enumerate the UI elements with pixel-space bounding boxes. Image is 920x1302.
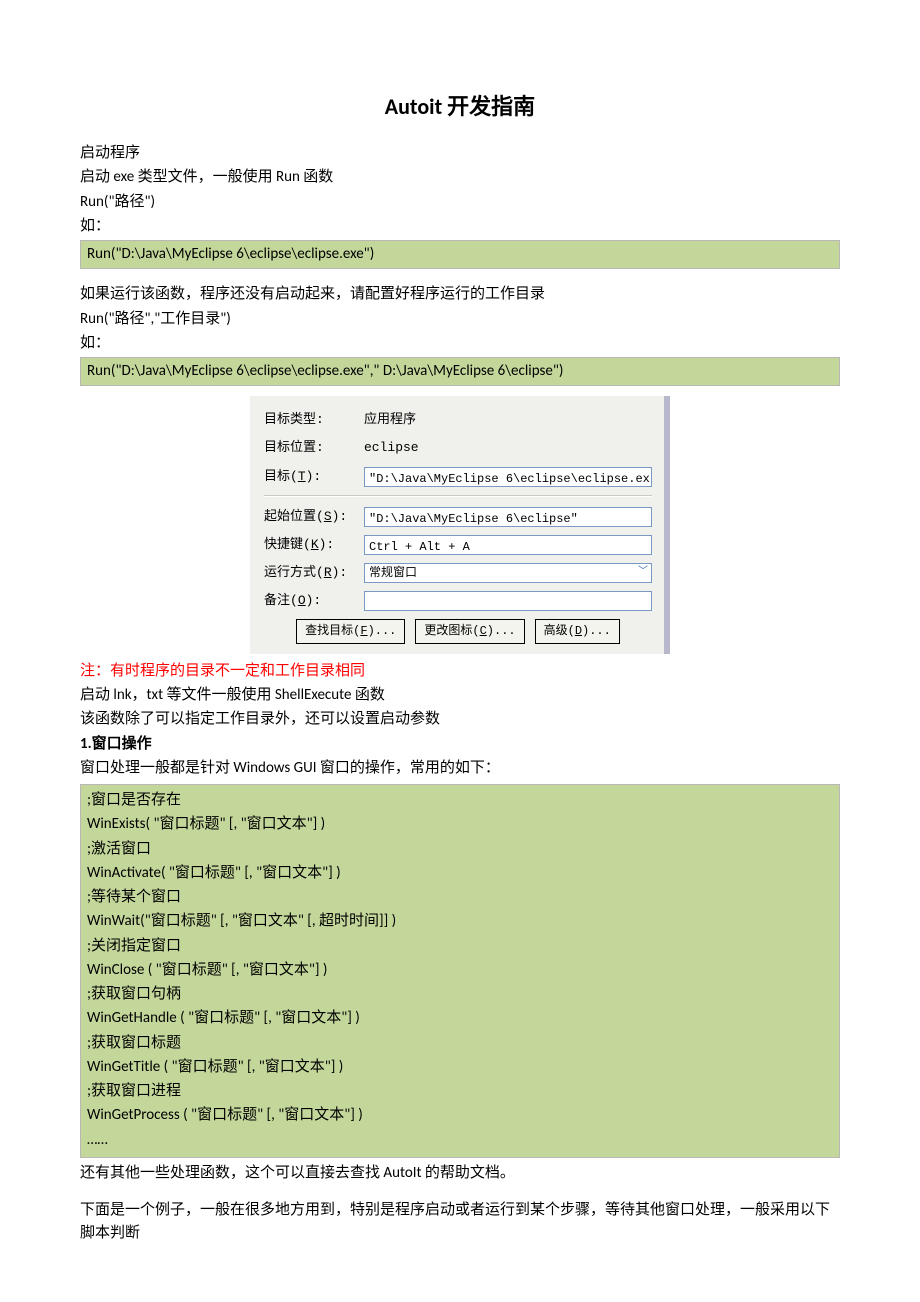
- label-comment: 备注(O):: [264, 591, 364, 611]
- code-line: WinGetHandle ( "窗口标题" [, "窗口文本"] ): [87, 1007, 833, 1030]
- code-line: ;获取窗口标题: [87, 1032, 833, 1055]
- properties-dialog: 目标类型: 应用程序 目标位置: eclipse 目标(T): "D:\Java…: [250, 396, 670, 654]
- code-line: ;激活窗口: [87, 838, 833, 861]
- code-line: ;获取窗口进程: [87, 1080, 833, 1103]
- code-block: Run("D:\Java\MyEclipse 6\eclipse\eclipse…: [80, 240, 840, 269]
- label-target: 目标(T):: [264, 467, 364, 487]
- value-target-loc: eclipse: [364, 438, 419, 458]
- text: 窗口处理一般都是针对 Windows GUI 窗口的操作，常用的如下：: [80, 757, 840, 780]
- text: 下面是一个例子，一般在很多地方用到，特别是程序启动或者运行到某个步骤，等待其他窗…: [80, 1199, 840, 1246]
- advanced-button[interactable]: 高级(D)...: [535, 619, 620, 644]
- text: Run("路径"): [80, 191, 840, 214]
- code-line: ;获取窗口句柄: [87, 983, 833, 1006]
- code-block: Run("D:\Java\MyEclipse 6\eclipse\eclipse…: [80, 357, 840, 386]
- text: 如：: [80, 215, 840, 238]
- code-line: ;关闭指定窗口: [87, 935, 833, 958]
- code-line: WinWait("窗口标题" [, "窗口文本" [, 超时时间]] ): [87, 910, 833, 933]
- code-line: ;等待某个窗口: [87, 886, 833, 909]
- code-block: ;窗口是否存在 WinExists( "窗口标题" [, "窗口文本"] ) ;…: [80, 784, 840, 1158]
- text: 如果运行该函数，程序还没有启动起来，请配置好程序运行的工作目录: [80, 283, 840, 306]
- label-shortcut: 快捷键(K):: [264, 535, 364, 555]
- code-line: ;窗口是否存在: [87, 789, 833, 812]
- label-runmode: 运行方式(R):: [264, 563, 364, 583]
- code-line: WinClose ( "窗口标题" [, "窗口文本"] ): [87, 959, 833, 982]
- code-line: WinExists( "窗口标题" [, "窗口文本"] ): [87, 813, 833, 836]
- text: 如：: [80, 332, 840, 355]
- text: 该函数除了可以指定工作目录外，还可以设置启动参数: [80, 708, 840, 731]
- text: 启动程序: [80, 142, 840, 165]
- code-line: WinActivate( "窗口标题" [, "窗口文本"] ): [87, 862, 833, 885]
- find-target-button[interactable]: 查找目标(F)...: [296, 619, 405, 644]
- note: 注：有时程序的目录不一定和工作目录相同: [80, 660, 840, 683]
- code-line: ……: [87, 1129, 833, 1152]
- input-startin[interactable]: "D:\Java\MyEclipse 6\eclipse": [364, 507, 652, 527]
- text: 启动 exe 类型文件，一般使用 Run 函数: [80, 166, 840, 189]
- label-target-loc: 目标位置:: [264, 438, 364, 458]
- text: 还有其他一些处理函数，这个可以直接去查找 AutoIt 的帮助文档。: [80, 1162, 840, 1185]
- chevron-down-icon: ﹀: [635, 564, 651, 582]
- text: Run("路径","工作目录"): [80, 308, 840, 331]
- input-comment[interactable]: [364, 591, 652, 611]
- code-line: WinGetProcess ( "窗口标题" [, "窗口文本"] ): [87, 1104, 833, 1127]
- value-target-type: 应用程序: [364, 410, 416, 430]
- input-shortcut[interactable]: Ctrl + Alt + A: [364, 535, 652, 555]
- section-heading: 1.窗口操作: [80, 733, 840, 756]
- page-title: Autoit 开发指南: [80, 90, 840, 124]
- text: 启动 lnk，txt 等文件一般使用 ShellExecute 函数: [80, 684, 840, 707]
- change-icon-button[interactable]: 更改图标(C)...: [415, 619, 524, 644]
- label-startin: 起始位置(S):: [264, 507, 364, 527]
- label-target-type: 目标类型:: [264, 410, 364, 430]
- select-runmode[interactable]: 常规窗口 ﹀: [364, 563, 652, 583]
- code-line: WinGetTitle ( "窗口标题" [, "窗口文本"] ): [87, 1056, 833, 1079]
- input-target[interactable]: "D:\Java\MyEclipse 6\eclipse\eclipse.ex: [364, 467, 652, 487]
